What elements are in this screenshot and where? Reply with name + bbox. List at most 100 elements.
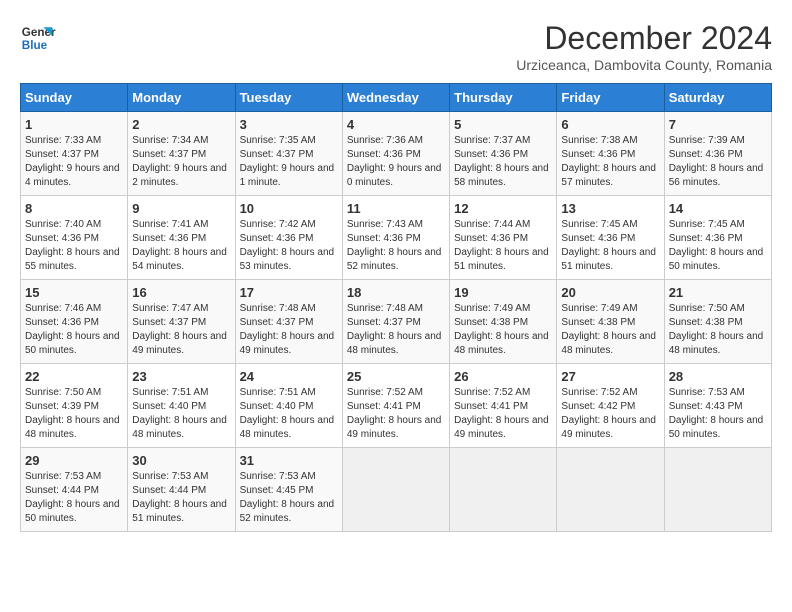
day-cell: 29Sunrise: 7:53 AMSunset: 4:44 PMDayligh… (21, 448, 128, 532)
day-number: 22 (25, 369, 123, 384)
day-cell: 26 Sunrise: 7:52 AMSunset: 4:41 PMDayligh… (450, 364, 557, 448)
day-number: 28 (669, 369, 767, 384)
day-cell: 27Sunrise: 7:52 AMSunset: 4:42 PMDayligh… (557, 364, 664, 448)
day-info: Sunrise: 7:49 AMSunset: 4:38 PMDaylight:… (454, 302, 552, 358)
week-row-5: 29Sunrise: 7:53 AMSunset: 4:44 PMDayligh… (21, 448, 772, 532)
day-number: 6 (561, 117, 659, 132)
day-info: Sunrise: 7:39 AMSunset: 4:36 PMDaylight:… (669, 134, 767, 190)
day-info: Sunrise: 7:40 AMSunset: 4:36 PMDaylight:… (25, 218, 123, 274)
svg-text:Blue: Blue (22, 39, 48, 52)
day-cell: 7 Sunrise: 7:39 AMSunset: 4:36 PMDaylight… (664, 112, 771, 196)
day-info: Sunrise: 7:42 AMSunset: 4:36 PMDaylight:… (240, 218, 338, 274)
day-cell: 4Sunrise: 7:36 AMSunset: 4:36 PMDaylight… (342, 112, 449, 196)
day-cell (664, 448, 771, 532)
day-info: Sunrise: 7:38 AMSunset: 4:36 PMDaylight:… (561, 134, 659, 190)
day-number: 24 (240, 369, 338, 384)
week-row-3: 15 Sunrise: 7:46 AMSunset: 4:36 PMDayligh… (21, 280, 772, 364)
day-cell: 3Sunrise: 7:35 AMSunset: 4:37 PMDaylight… (235, 112, 342, 196)
day-number: 26 (454, 369, 552, 384)
day-number: 14 (669, 201, 767, 216)
day-number: 7 (669, 117, 767, 132)
header-wednesday: Wednesday (342, 84, 449, 112)
day-info: Sunrise: 7:45 AMSunset: 4:36 PMDaylight:… (669, 218, 767, 274)
day-info: Sunrise: 7:43 AMSunset: 4:36 PMDaylight:… (347, 218, 445, 274)
calendar-title: December 2024 (516, 20, 772, 57)
day-info: Sunrise: 7:45 AMSunset: 4:36 PMDaylight:… (561, 218, 659, 274)
day-number: 21 (669, 285, 767, 300)
day-cell: 17 Sunrise: 7:48 AMSunset: 4:37 PMDayligh… (235, 280, 342, 364)
day-info: Sunrise: 7:50 AMSunset: 4:39 PMDaylight:… (25, 386, 123, 442)
day-number: 20 (561, 285, 659, 300)
day-cell: 31 Sunrise: 7:53 AMSunset: 4:45 PMDayligh… (235, 448, 342, 532)
day-cell: 16 Sunrise: 7:47 AMSunset: 4:37 PMDayligh… (128, 280, 235, 364)
day-number: 15 (25, 285, 123, 300)
day-cell (342, 448, 449, 532)
day-cell: 21 Sunrise: 7:50 AMSunset: 4:38 PMDayligh… (664, 280, 771, 364)
calendar-body: 1 Sunrise: 7:33 AMSunset: 4:37 PMDaylight… (21, 112, 772, 532)
day-cell: 23 Sunrise: 7:51 AMSunset: 4:40 PMDayligh… (128, 364, 235, 448)
calendar-header: SundayMondayTuesdayWednesdayThursdayFrid… (21, 84, 772, 112)
day-number: 18 (347, 285, 445, 300)
day-cell: 19Sunrise: 7:49 AMSunset: 4:38 PMDayligh… (450, 280, 557, 364)
week-row-4: 22 Sunrise: 7:50 AMSunset: 4:39 PMDayligh… (21, 364, 772, 448)
calendar-subtitle: Urziceanca, Dambovita County, Romania (516, 57, 772, 73)
day-cell (557, 448, 664, 532)
day-number: 17 (240, 285, 338, 300)
day-info: Sunrise: 7:52 AMSunset: 4:41 PMDaylight:… (454, 386, 552, 442)
header-tuesday: Tuesday (235, 84, 342, 112)
day-number: 12 (454, 201, 552, 216)
day-cell: 25Sunrise: 7:52 AMSunset: 4:41 PMDayligh… (342, 364, 449, 448)
day-cell: 20 Sunrise: 7:49 AMSunset: 4:38 PMDayligh… (557, 280, 664, 364)
day-info: Sunrise: 7:53 AMSunset: 4:43 PMDaylight:… (669, 386, 767, 442)
day-info: Sunrise: 7:53 AMSunset: 4:44 PMDaylight:… (25, 470, 123, 526)
day-info: Sunrise: 7:34 AMSunset: 4:37 PMDaylight:… (132, 134, 230, 190)
day-number: 1 (25, 117, 123, 132)
day-number: 2 (132, 117, 230, 132)
day-cell: 28 Sunrise: 7:53 AMSunset: 4:43 PMDayligh… (664, 364, 771, 448)
header-friday: Friday (557, 84, 664, 112)
day-number: 3 (240, 117, 338, 132)
day-info: Sunrise: 7:53 AMSunset: 4:45 PMDaylight:… (240, 470, 338, 526)
day-info: Sunrise: 7:37 AMSunset: 4:36 PMDaylight:… (454, 134, 552, 190)
day-cell: 18 Sunrise: 7:48 AMSunset: 4:37 PMDayligh… (342, 280, 449, 364)
day-cell: 10Sunrise: 7:42 AMSunset: 4:36 PMDayligh… (235, 196, 342, 280)
day-number: 11 (347, 201, 445, 216)
header-thursday: Thursday (450, 84, 557, 112)
day-info: Sunrise: 7:52 AMSunset: 4:41 PMDaylight:… (347, 386, 445, 442)
day-info: Sunrise: 7:51 AMSunset: 4:40 PMDaylight:… (132, 386, 230, 442)
day-number: 8 (25, 201, 123, 216)
day-info: Sunrise: 7:49 AMSunset: 4:38 PMDaylight:… (561, 302, 659, 358)
day-number: 23 (132, 369, 230, 384)
day-info: Sunrise: 7:48 AMSunset: 4:37 PMDaylight:… (347, 302, 445, 358)
day-info: Sunrise: 7:52 AMSunset: 4:42 PMDaylight:… (561, 386, 659, 442)
day-cell: 14 Sunrise: 7:45 AMSunset: 4:36 PMDayligh… (664, 196, 771, 280)
calendar-table: SundayMondayTuesdayWednesdayThursdayFrid… (20, 83, 772, 532)
day-cell: 2 Sunrise: 7:34 AMSunset: 4:37 PMDaylight… (128, 112, 235, 196)
day-number: 30 (132, 453, 230, 468)
day-cell: 11 Sunrise: 7:43 AMSunset: 4:36 PMDayligh… (342, 196, 449, 280)
day-number: 31 (240, 453, 338, 468)
day-info: Sunrise: 7:33 AMSunset: 4:37 PMDaylight:… (25, 134, 123, 190)
day-cell: 1 Sunrise: 7:33 AMSunset: 4:37 PMDaylight… (21, 112, 128, 196)
day-info: Sunrise: 7:53 AMSunset: 4:44 PMDaylight:… (132, 470, 230, 526)
day-cell: 9 Sunrise: 7:41 AMSunset: 4:36 PMDaylight… (128, 196, 235, 280)
day-info: Sunrise: 7:41 AMSunset: 4:36 PMDaylight:… (132, 218, 230, 274)
day-info: Sunrise: 7:47 AMSunset: 4:37 PMDaylight:… (132, 302, 230, 358)
day-number: 16 (132, 285, 230, 300)
day-number: 9 (132, 201, 230, 216)
day-info: Sunrise: 7:50 AMSunset: 4:38 PMDaylight:… (669, 302, 767, 358)
day-number: 13 (561, 201, 659, 216)
day-number: 5 (454, 117, 552, 132)
day-cell (450, 448, 557, 532)
day-info: Sunrise: 7:44 AMSunset: 4:36 PMDaylight:… (454, 218, 552, 274)
day-cell: 5 Sunrise: 7:37 AMSunset: 4:36 PMDaylight… (450, 112, 557, 196)
logo: General Blue (20, 20, 56, 56)
day-cell: 22 Sunrise: 7:50 AMSunset: 4:39 PMDayligh… (21, 364, 128, 448)
day-cell: 6 Sunrise: 7:38 AMSunset: 4:36 PMDaylight… (557, 112, 664, 196)
day-info: Sunrise: 7:46 AMSunset: 4:36 PMDaylight:… (25, 302, 123, 358)
day-info: Sunrise: 7:51 AMSunset: 4:40 PMDaylight:… (240, 386, 338, 442)
day-cell: 15 Sunrise: 7:46 AMSunset: 4:36 PMDayligh… (21, 280, 128, 364)
header-saturday: Saturday (664, 84, 771, 112)
week-row-2: 8 Sunrise: 7:40 AMSunset: 4:36 PMDaylight… (21, 196, 772, 280)
day-info: Sunrise: 7:48 AMSunset: 4:37 PMDaylight:… (240, 302, 338, 358)
